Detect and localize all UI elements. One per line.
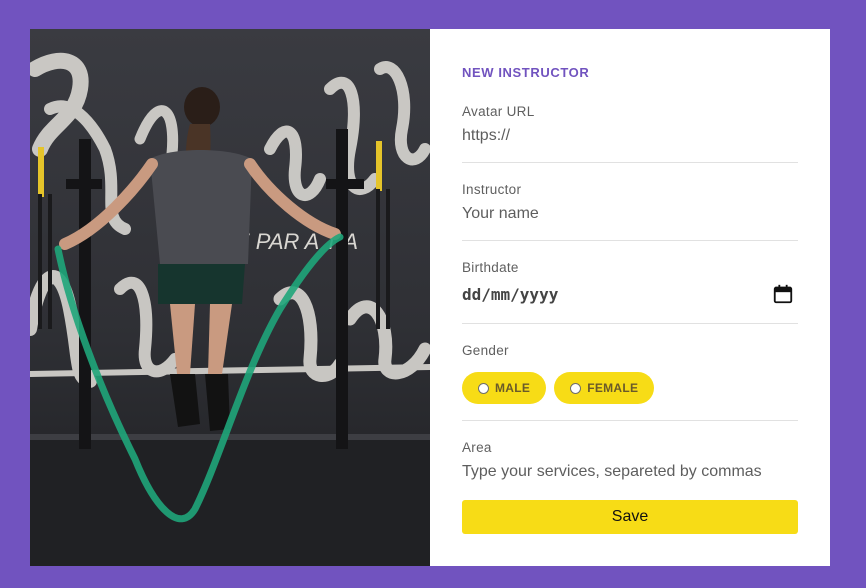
gender-field: Gender MALE FEMALE: [462, 343, 798, 404]
form-title: NEW INSTRUCTOR: [462, 65, 590, 80]
divider: [462, 162, 798, 163]
instructor-name-input[interactable]: [462, 205, 798, 223]
save-button[interactable]: Save: [462, 500, 798, 534]
area-services-input[interactable]: [462, 463, 798, 481]
male-radio[interactable]: [478, 382, 489, 394]
divider: [462, 323, 798, 324]
gender-option-female[interactable]: FEMALE: [554, 372, 655, 404]
instructor-field: Instructor: [462, 182, 798, 223]
divider: [462, 240, 798, 241]
gender-option-male[interactable]: MALE: [462, 372, 547, 404]
calendar-icon[interactable]: [772, 283, 794, 305]
birthdate-input[interactable]: dd/mm/yyyy: [462, 283, 798, 305]
gender-label: Gender: [462, 343, 509, 358]
female-radio[interactable]: [570, 382, 582, 394]
gender-options: MALE FEMALE: [462, 372, 798, 404]
avatar-url-label: Avatar URL: [462, 104, 535, 119]
divider: [462, 420, 798, 421]
instructor-card: E PAR A T A NEW INSTRUCTOR Avatar URL ht…: [30, 29, 830, 566]
hero-photo: E PAR A T A: [30, 29, 430, 566]
instructor-form: NEW INSTRUCTOR Avatar URL Instructor Bir…: [430, 29, 830, 566]
avatar-url-input[interactable]: [462, 127, 798, 145]
jump-rope-illustration: E PAR A T A: [30, 52, 430, 566]
area-field: Area: [462, 440, 798, 481]
birthdate-placeholder: dd/mm/yyyy: [462, 284, 559, 304]
avatar-url-field: Avatar URL: [462, 104, 798, 145]
birthdate-field: Birthdate dd/mm/yyyy: [462, 260, 798, 305]
birthdate-label: Birthdate: [462, 260, 519, 275]
instructor-label: Instructor: [462, 182, 522, 197]
area-label: Area: [462, 440, 492, 455]
male-label: MALE: [495, 381, 531, 395]
female-label: FEMALE: [587, 381, 639, 395]
